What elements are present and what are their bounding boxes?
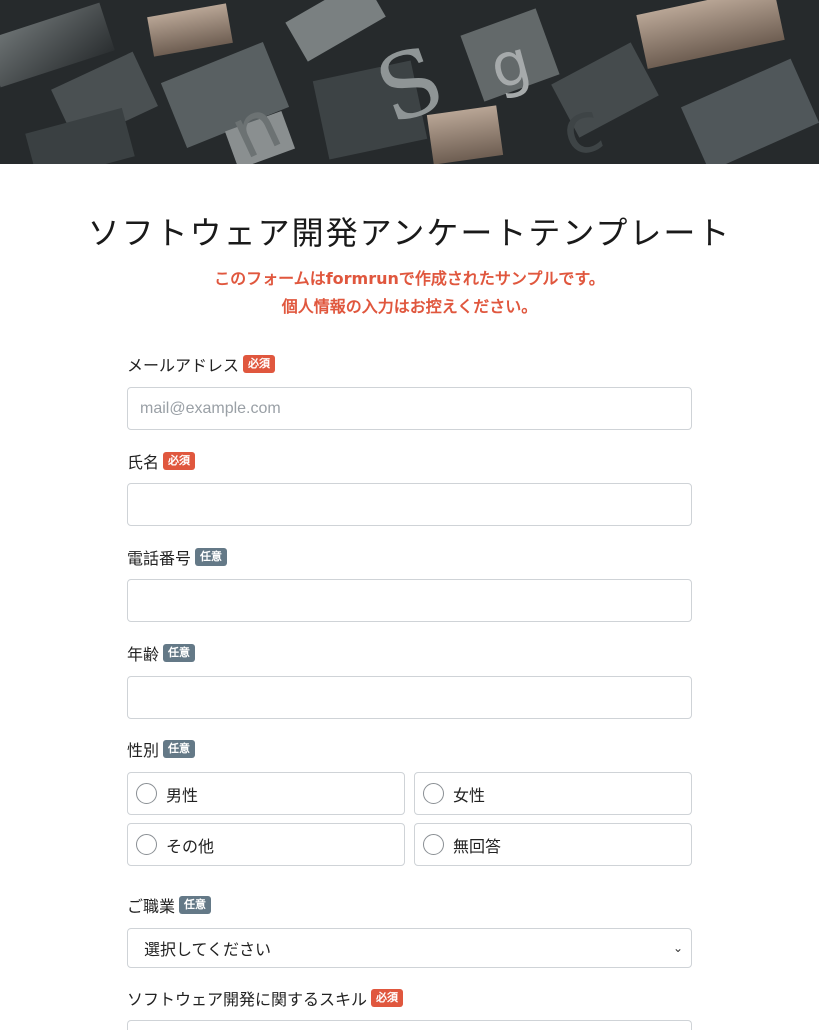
email-input[interactable] xyxy=(127,387,692,430)
occupation-select[interactable]: 選択してください ⌄ xyxy=(127,928,692,968)
gender-option-no-answer[interactable]: 無回答 xyxy=(414,823,692,866)
name-label-text: 氏名 xyxy=(127,453,160,472)
skills-label-text: ソフトウェア開発に関するスキル xyxy=(127,990,368,1009)
hero-image: S g n c xyxy=(0,0,819,164)
phone-label-text: 電話番号 xyxy=(127,549,192,568)
occupation-label-text: ご職業 xyxy=(127,897,176,916)
sample-notice-line2: 個人情報の入力はお控えください。 xyxy=(281,297,538,316)
gender-label: 性別 任意 xyxy=(127,737,196,761)
age-label-text: 年齢 xyxy=(127,645,160,664)
skills-label: ソフトウェア開発に関するスキル 必須 xyxy=(127,986,404,1010)
name-label: 氏名 必須 xyxy=(127,449,196,473)
age-label: 年齢 任意 xyxy=(127,641,196,665)
optional-badge: 任意 xyxy=(179,896,212,914)
required-badge: 必須 xyxy=(243,355,276,373)
occupation-selected-value: 選択してください xyxy=(144,940,272,959)
optional-badge: 任意 xyxy=(163,644,196,662)
email-label: メールアドレス 必須 xyxy=(127,352,276,376)
required-badge: 必須 xyxy=(371,989,404,1007)
radio-circle-icon[interactable] xyxy=(136,783,157,804)
form-title: ソフトウェア開発アンケートテンプレート xyxy=(87,214,732,252)
gender-option-male[interactable]: 男性 xyxy=(127,772,405,815)
phone-label: 電話番号 任意 xyxy=(127,545,228,569)
gender-option-female[interactable]: 女性 xyxy=(414,772,692,815)
letterpress-type-photo: S g n c xyxy=(0,0,819,164)
required-badge: 必須 xyxy=(163,452,196,470)
radio-circle-icon[interactable] xyxy=(423,834,444,855)
gender-option-label: 無回答 xyxy=(453,836,502,856)
radio-circle-icon[interactable] xyxy=(423,783,444,804)
gender-option-label: 男性 xyxy=(166,785,199,805)
name-input[interactable] xyxy=(127,483,692,526)
skills-input[interactable] xyxy=(127,1020,692,1030)
gender-label-text: 性別 xyxy=(127,741,160,760)
radio-circle-icon[interactable] xyxy=(136,834,157,855)
email-label-text: メールアドレス xyxy=(127,356,240,375)
occupation-label: ご職業 任意 xyxy=(127,893,212,917)
chevron-down-icon[interactable]: ⌄ xyxy=(673,941,683,955)
gender-option-other[interactable]: その他 xyxy=(127,823,405,866)
optional-badge: 任意 xyxy=(195,548,228,566)
gender-option-label: 女性 xyxy=(453,785,486,805)
optional-badge: 任意 xyxy=(163,740,196,758)
age-input[interactable] xyxy=(127,676,692,719)
phone-input[interactable] xyxy=(127,579,692,622)
sample-notice-line1: このフォームはformrunで作成されたサンプルです。 xyxy=(214,269,605,288)
gender-option-label: その他 xyxy=(166,836,215,856)
